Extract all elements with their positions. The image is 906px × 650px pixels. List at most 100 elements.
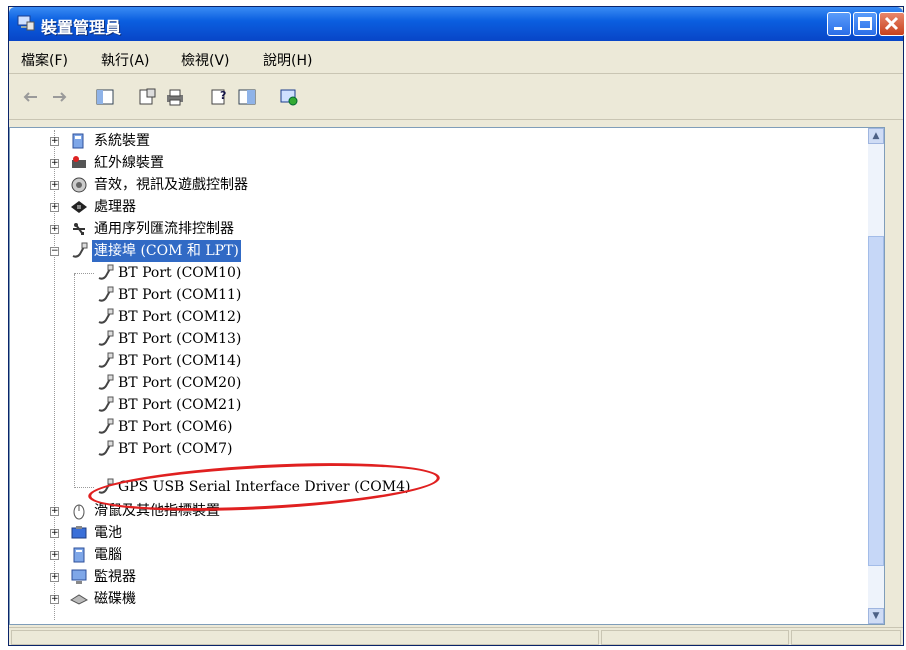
scroll-up-button[interactable]: ▲ <box>868 128 884 144</box>
scroll-down-button[interactable]: ▼ <box>868 608 884 624</box>
minimize-button[interactable] <box>827 12 851 36</box>
collapse-minus-icon[interactable]: − <box>50 247 59 256</box>
expand-plus-icon[interactable]: + <box>50 181 59 190</box>
port-connector-icon <box>98 352 114 368</box>
category-label: 通用序列匯流排控制器 <box>94 221 234 237</box>
sound-device-icon <box>71 177 87 193</box>
port-item[interactable]: BT Port (COM7) <box>10 438 850 460</box>
vertical-scrollbar[interactable]: ▲ ▼ <box>868 128 884 624</box>
port-item[interactable]: BT Port (COM13) <box>10 328 850 350</box>
battery-icon <box>71 526 87 539</box>
tree-line <box>74 487 94 488</box>
close-button[interactable] <box>879 12 905 36</box>
tree-category[interactable]: + 電池 <box>10 522 850 544</box>
expand-plus-icon[interactable]: + <box>50 529 59 538</box>
help-icon[interactable]: ? <box>209 87 229 107</box>
port-item[interactable]: BT Port (COM14) <box>10 350 850 372</box>
scan-hardware-icon[interactable] <box>279 87 299 107</box>
menu-view[interactable]: 檢視(V) <box>181 50 230 70</box>
expand-plus-icon[interactable]: + <box>50 551 59 560</box>
close-icon <box>884 16 899 31</box>
port-item[interactable]: BT Port (COM6) <box>10 416 850 438</box>
expand-plus-icon[interactable]: + <box>50 507 59 516</box>
category-label: 音效，視訊及遊戲控制器 <box>94 177 248 193</box>
mouse-icon <box>73 504 85 520</box>
view-icon[interactable] <box>237 87 257 107</box>
port-label: BT Port (COM12) <box>118 309 242 325</box>
category-label: 電池 <box>94 525 122 541</box>
tree-category[interactable]: + 監視器 <box>10 566 850 588</box>
device-manager-window: 裝置管理員 檔案(F) 執行(A) 檢視(V) 說明(H) ? + 系統裝置 +… <box>8 6 905 648</box>
scroll-thumb[interactable] <box>868 236 884 566</box>
monitor-icon <box>71 569 87 584</box>
port-connector-icon <box>98 286 114 302</box>
port-connector-icon <box>98 330 114 346</box>
print-icon[interactable] <box>165 87 185 107</box>
forward-arrow-icon[interactable] <box>49 87 69 107</box>
tree-category-ports[interactable]: − 連接埠 (COM 和 LPT) <box>10 240 850 262</box>
menu-bar: 檔案(F) 執行(A) 檢視(V) 說明(H) <box>9 43 903 74</box>
tree-category[interactable]: + 通用序列匯流排控制器 <box>10 218 850 240</box>
port-label: BT Port (COM10) <box>118 265 242 281</box>
disk-drive-icon <box>70 594 88 605</box>
category-label: 系統裝置 <box>94 133 150 149</box>
title-bar[interactable]: 裝置管理員 <box>9 7 905 41</box>
port-connector-icon <box>98 440 114 456</box>
tree-category[interactable]: + 處理器 <box>10 196 850 218</box>
maximize-icon <box>858 17 872 30</box>
expand-plus-icon[interactable]: + <box>50 595 59 604</box>
port-label: BT Port (COM11) <box>118 287 242 303</box>
category-label: 電腦 <box>94 547 122 563</box>
port-label: BT Port (COM21) <box>118 397 242 413</box>
minimize-icon <box>834 27 842 30</box>
tree-category[interactable]: + 紅外線裝置 <box>10 152 850 174</box>
category-label: 磁碟機 <box>94 591 136 607</box>
expand-plus-icon[interactable]: + <box>50 573 59 582</box>
port-label: BT Port (COM6) <box>118 419 233 435</box>
category-label: 監視器 <box>94 569 136 585</box>
menu-help[interactable]: 說明(H) <box>263 50 312 70</box>
toolbar: ? <box>9 75 903 120</box>
menu-file[interactable]: 檔案(F) <box>21 50 68 70</box>
port-item[interactable]: BT Port (COM12) <box>10 306 850 328</box>
tree-category[interactable]: + 磁碟機 <box>10 588 850 610</box>
port-item[interactable]: BT Port (COM11) <box>10 284 850 306</box>
expand-plus-icon[interactable]: + <box>50 203 59 212</box>
usb-icon <box>73 223 85 235</box>
category-label: 處理器 <box>94 199 136 215</box>
port-connector-icon <box>98 374 114 390</box>
port-connector-icon <box>98 418 114 434</box>
menu-action[interactable]: 執行(A) <box>101 50 150 70</box>
properties-icon[interactable] <box>137 87 157 107</box>
console-tree-icon[interactable] <box>95 87 115 107</box>
status-pane <box>11 630 599 645</box>
port-item[interactable]: BT Port (COM10) <box>10 262 850 284</box>
system-device-icon <box>72 133 84 149</box>
tree-category[interactable]: + 音效，視訊及遊戲控制器 <box>10 174 850 196</box>
category-label: 紅外線裝置 <box>94 155 164 171</box>
processor-icon <box>71 201 87 213</box>
port-label: BT Port (COM7) <box>118 441 233 457</box>
status-pane <box>601 630 789 645</box>
tree-category[interactable]: + 電腦 <box>10 544 850 566</box>
port-connector-icon <box>98 308 114 324</box>
port-connector-icon <box>98 396 114 412</box>
port-connector-icon <box>98 264 114 280</box>
port-label: BT Port (COM20) <box>118 375 242 391</box>
back-arrow-icon[interactable] <box>21 87 41 107</box>
tree-line <box>74 273 94 274</box>
maximize-button[interactable] <box>853 12 877 36</box>
svg-text:?: ? <box>220 89 226 102</box>
port-item[interactable]: BT Port (COM21) <box>10 394 850 416</box>
computer-icon <box>73 547 85 563</box>
expand-plus-icon[interactable]: + <box>50 137 59 146</box>
tree-category[interactable]: + 系統裝置 <box>10 130 850 152</box>
infrared-device-icon <box>72 156 86 168</box>
expand-plus-icon[interactable]: + <box>50 159 59 168</box>
device-manager-icon <box>17 15 35 31</box>
category-label-selected: 連接埠 (COM 和 LPT) <box>92 240 241 262</box>
port-item[interactable]: BT Port (COM20) <box>10 372 850 394</box>
status-bar <box>9 627 903 648</box>
port-label: BT Port (COM13) <box>118 331 242 347</box>
expand-plus-icon[interactable]: + <box>50 225 59 234</box>
